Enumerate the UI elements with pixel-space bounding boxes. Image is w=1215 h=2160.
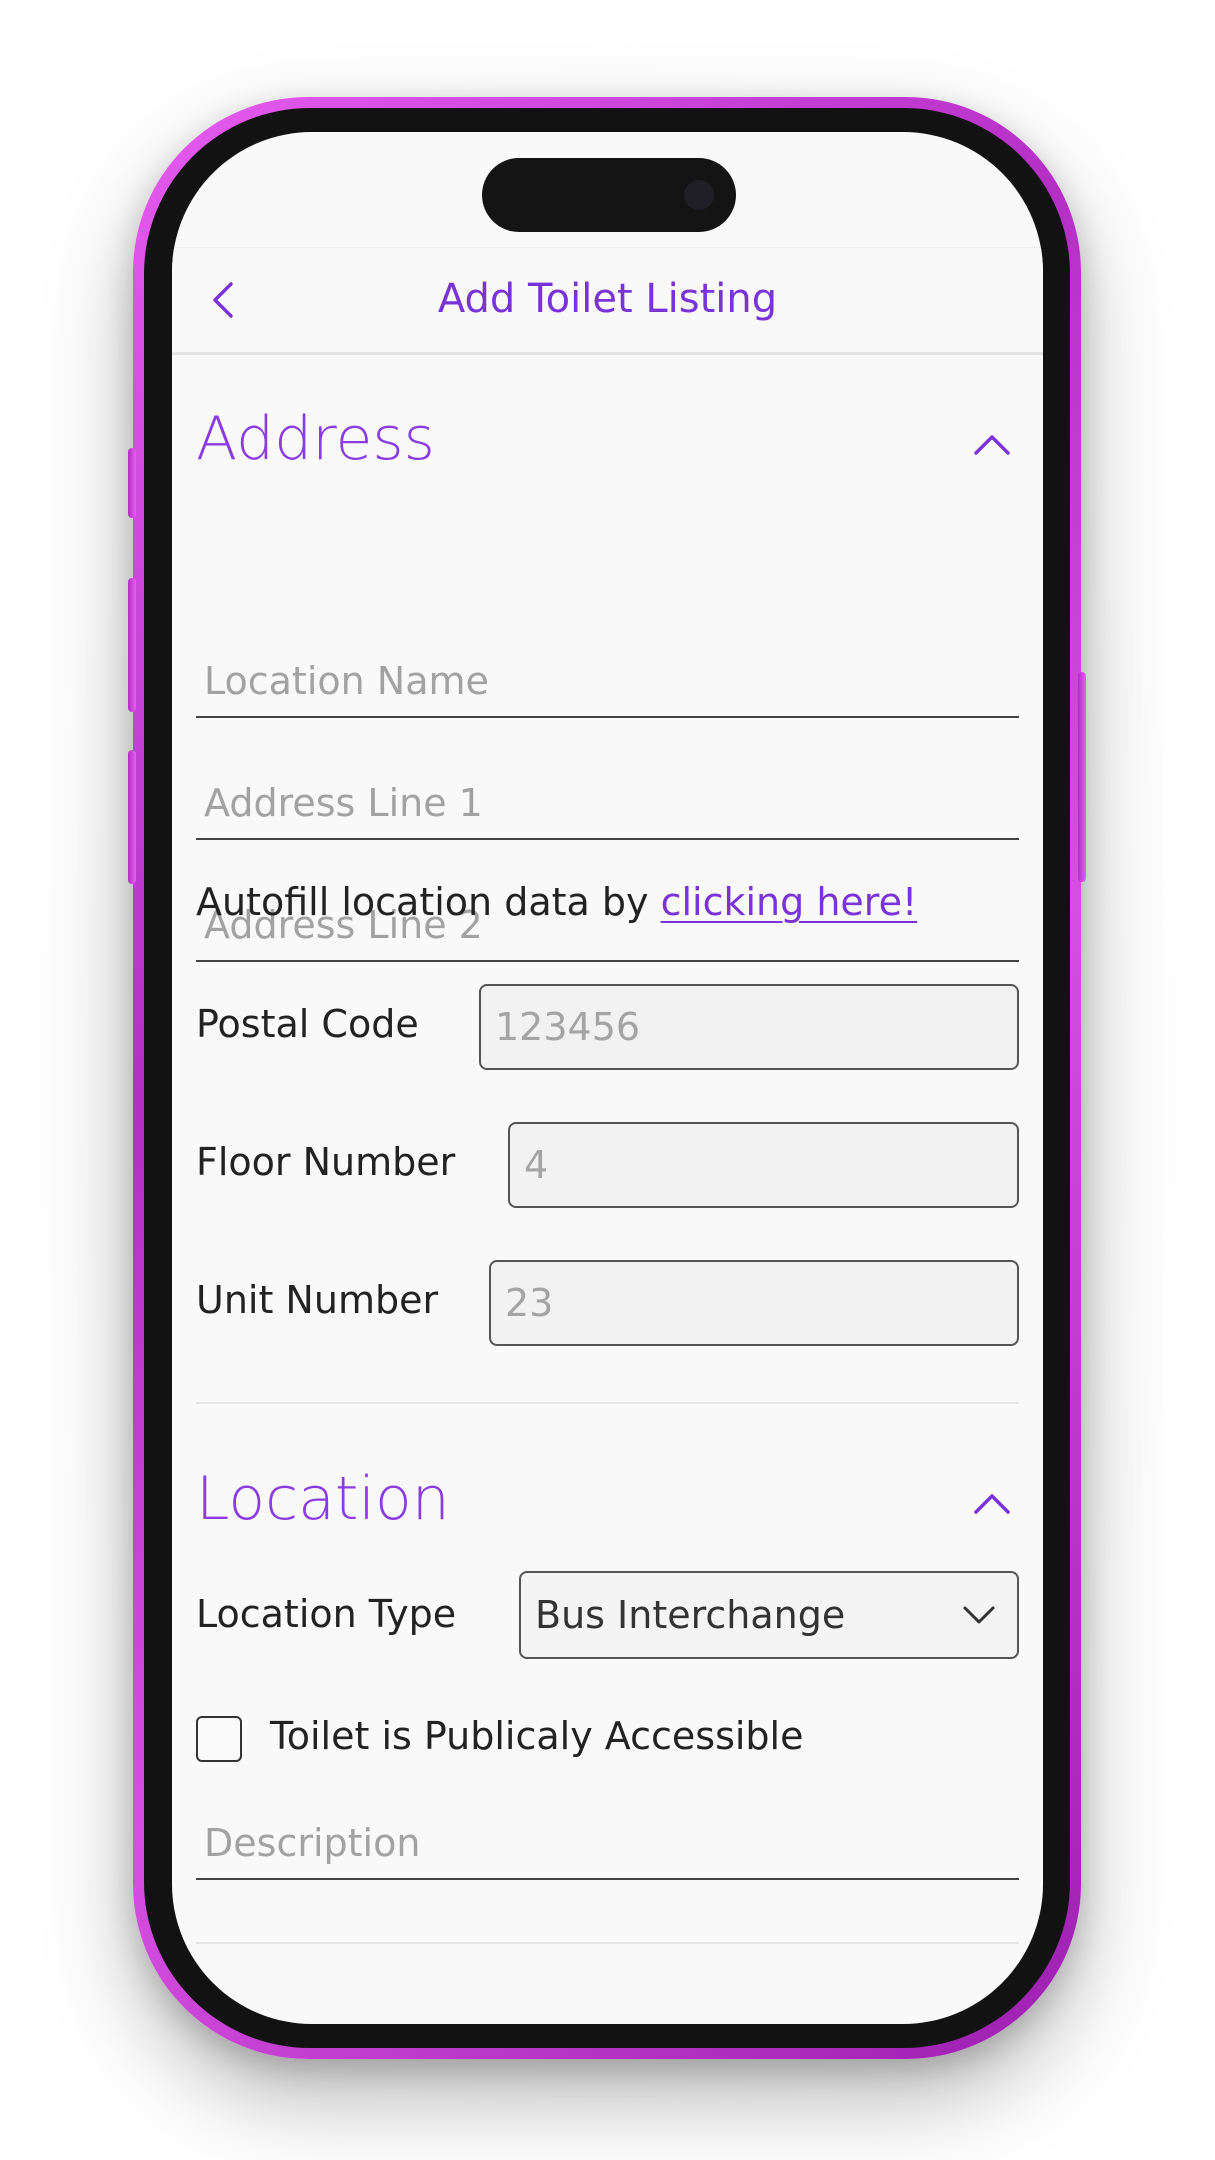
unit-number-input[interactable]	[491, 1262, 1017, 1344]
location-type-value: Bus Interchange	[535, 1593, 846, 1637]
description-field[interactable]	[196, 1808, 1019, 1880]
public-access-checkbox[interactable]	[196, 1716, 242, 1762]
unit-number-label: Unit Number	[196, 1278, 439, 1322]
floor-number-field[interactable]	[508, 1122, 1019, 1208]
address-line1-input[interactable]	[196, 768, 1019, 838]
chevron-up-icon	[974, 435, 1010, 455]
navigation-bar: Add Toilet Listing	[172, 248, 1043, 355]
power-button	[1078, 672, 1086, 882]
unit-number-field[interactable]	[489, 1260, 1019, 1346]
postal-code-label: Postal Code	[196, 1002, 419, 1046]
section-divider	[196, 1942, 1019, 1944]
address-collapse-button[interactable]	[967, 419, 1017, 469]
action-button	[128, 448, 136, 518]
address-line1-field[interactable]	[196, 768, 1019, 840]
postal-code-field[interactable]	[479, 984, 1019, 1070]
dynamic-island	[482, 158, 736, 232]
stage: Add Toilet Listing Address Autofill loc	[0, 0, 1215, 2160]
chevron-up-icon	[974, 1494, 1010, 1514]
location-name-input[interactable]	[196, 646, 1019, 716]
location-name-field[interactable]	[196, 646, 1019, 718]
postal-code-input[interactable]	[481, 986, 1017, 1068]
page-title: Add Toilet Listing	[437, 276, 778, 322]
chevron-down-icon	[963, 1606, 995, 1624]
autofill-text: Autofill location data by	[196, 880, 649, 924]
location-section-title: Location	[196, 1464, 450, 1534]
address-section-title: Address	[196, 404, 435, 474]
phone-screen: Add Toilet Listing Address Autofill loc	[172, 132, 1043, 2024]
autofill-hint: Autofill location data by clicking here!	[196, 880, 917, 924]
floor-number-input[interactable]	[510, 1124, 1017, 1206]
autofill-link[interactable]: clicking here!	[661, 880, 918, 924]
floor-number-label: Floor Number	[196, 1140, 456, 1184]
location-type-label: Location Type	[196, 1592, 457, 1636]
section-divider	[196, 1402, 1019, 1404]
volume-up-button	[128, 578, 136, 712]
location-collapse-button[interactable]	[967, 1478, 1017, 1528]
public-access-label: Toilet is Publicaly Accessible	[270, 1714, 804, 1758]
volume-down-button	[128, 750, 136, 884]
description-input[interactable]	[196, 1808, 1019, 1878]
location-type-select[interactable]: Bus Interchange	[519, 1571, 1019, 1659]
camera-icon	[684, 180, 714, 210]
